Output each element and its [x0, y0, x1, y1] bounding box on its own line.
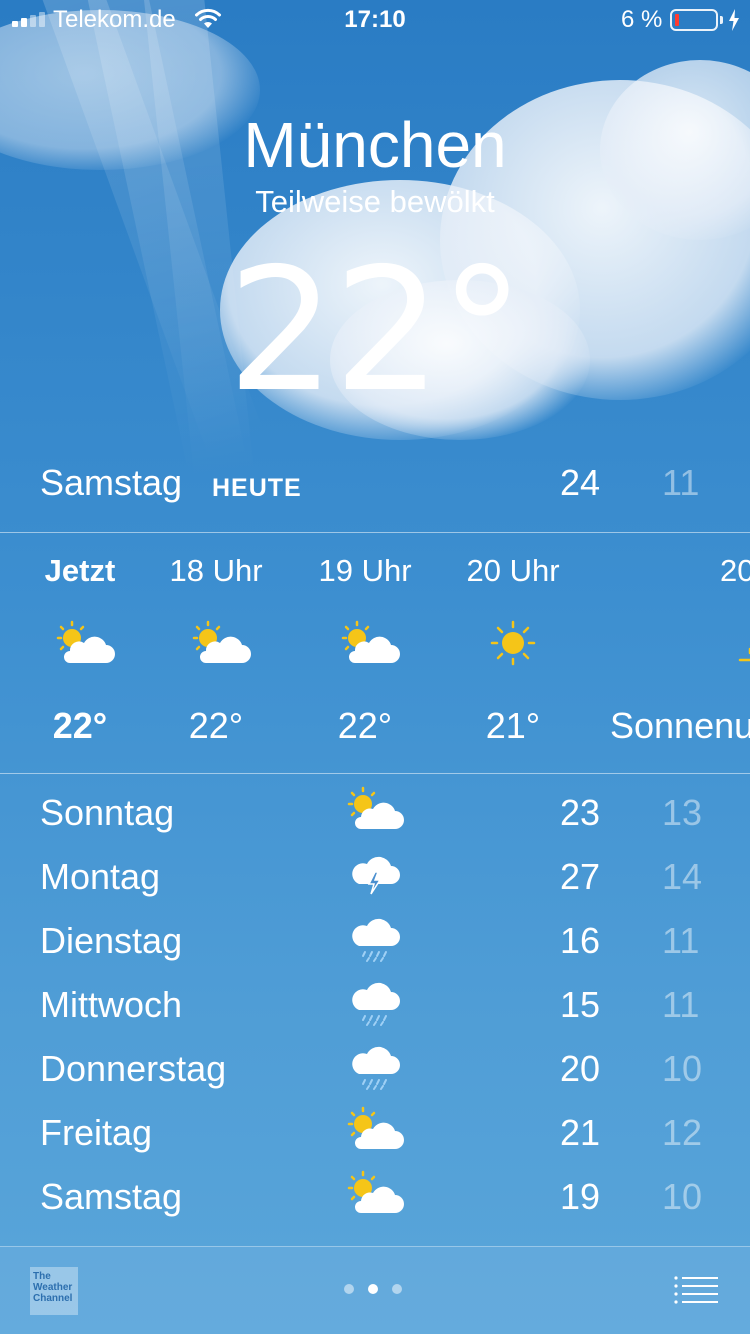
hour-temp: Sonnenu	[610, 705, 750, 746]
day-low: 11	[662, 920, 700, 961]
day-high: 16	[560, 920, 601, 961]
day-name: Dienstag	[40, 920, 183, 961]
day-high: 23	[560, 792, 601, 833]
day-low: 13	[662, 792, 703, 833]
day-high: 15	[560, 984, 601, 1025]
day-name: Montag	[40, 856, 161, 897]
hourly-forecast[interactable]: Jetzt 22° 18 Uhr 22° 19 Uhr 22° 20 Uhr 2…	[0, 533, 750, 773]
partly-cloudy-icon	[10, 619, 150, 669]
day-low: 10	[662, 1048, 703, 1089]
charging-bolt-icon	[728, 9, 740, 38]
hour-label: 20	[720, 553, 750, 588]
divider	[0, 773, 750, 774]
day-name: Freitag	[40, 1112, 153, 1153]
hour-temp: 21°	[485, 705, 541, 746]
battery-icon	[670, 9, 718, 31]
battery-percent: 6 %	[621, 6, 663, 33]
current-condition: Teilweise bewölkt	[255, 184, 495, 219]
day-name: Samstag	[40, 1176, 183, 1217]
today-day: Samstag	[40, 462, 183, 503]
hour-label: 20 Uhr	[466, 553, 560, 588]
hour-temp: 22°	[52, 705, 108, 746]
partly-cloudy-icon	[345, 1106, 405, 1156]
hour-temp: 22°	[337, 705, 393, 746]
day-name: Mittwoch	[40, 984, 183, 1025]
day-high: 21	[560, 1112, 601, 1153]
today-high: 24	[560, 462, 601, 503]
partly-cloudy-icon	[295, 619, 435, 669]
day-low: 10	[662, 1176, 703, 1217]
bottom-toolbar: The Weather Channel	[0, 1246, 750, 1334]
city-name: München	[243, 109, 507, 181]
page-dot-active[interactable]	[368, 1284, 378, 1294]
day-low: 11	[662, 984, 700, 1025]
daily-row: Samstag 19 10	[0, 1164, 750, 1228]
day-low: 12	[662, 1112, 703, 1153]
daily-row: Donnerstag 20 10	[0, 1036, 750, 1100]
status-bar: Telekom.de 17:10 6 %	[0, 0, 750, 40]
daily-row: Montag 27 14	[0, 844, 750, 908]
daily-row: Mittwoch 15 11	[0, 972, 750, 1036]
daily-row: Dienstag 16 11	[0, 908, 750, 972]
partly-cloudy-icon	[146, 619, 286, 669]
sun-icon	[443, 619, 583, 669]
today-low: 11	[662, 462, 700, 503]
day-high: 27	[560, 856, 601, 897]
hour-temp: 22°	[188, 705, 244, 746]
rain-icon	[345, 1042, 405, 1092]
today-badge: HEUTE	[212, 474, 302, 502]
partly-cloudy-icon	[345, 1170, 405, 1220]
day-name: Sonntag	[40, 792, 175, 833]
page-dot[interactable]	[344, 1284, 354, 1294]
day-name: Donnerstag	[40, 1048, 227, 1089]
day-high: 20	[560, 1048, 601, 1089]
rain-icon	[345, 914, 405, 964]
page-indicator[interactable]	[344, 1284, 402, 1294]
sunset-icon	[608, 619, 750, 669]
daily-row: Sonntag 23 13	[0, 780, 750, 844]
day-low: 14	[662, 856, 703, 897]
day-high: 19	[560, 1176, 601, 1217]
current-temperature: 22°	[227, 232, 524, 430]
today-row: Samstag HEUTE 24 11	[0, 462, 750, 510]
page-dot[interactable]	[392, 1284, 402, 1294]
rain-icon	[345, 978, 405, 1028]
hour-label: 19 Uhr	[318, 553, 412, 588]
hour-label: 18 Uhr	[169, 553, 263, 588]
weather-channel-logo-icon[interactable]: The Weather Channel	[30, 1267, 78, 1315]
hour-label: Jetzt	[44, 553, 116, 588]
thunderstorm-icon	[345, 850, 405, 900]
daily-row: Freitag 21 12	[0, 1100, 750, 1164]
list-icon[interactable]	[672, 1275, 720, 1307]
partly-cloudy-icon	[345, 786, 405, 836]
